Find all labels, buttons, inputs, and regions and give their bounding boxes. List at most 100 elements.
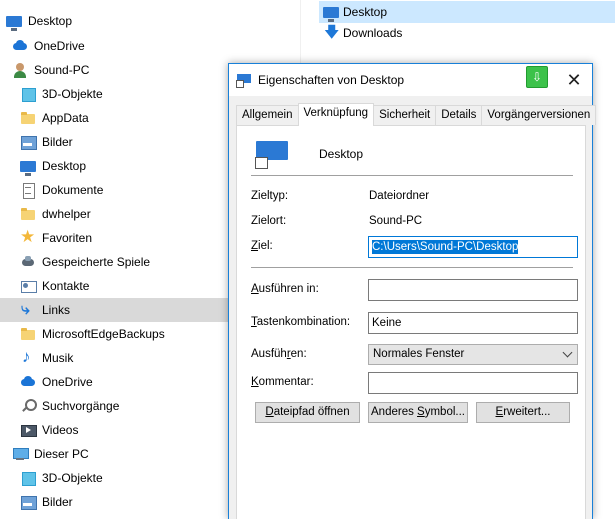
links-icon [20,300,36,320]
zielort-label: Zielort: [251,215,287,227]
content-item-downloads[interactable]: Downloads [319,22,402,44]
nav-item-bilder[interactable]: Bilder [0,130,230,154]
nav-item-label: OneDrive [42,375,93,389]
tastenkombination-label: Tastenkombination: [251,316,350,328]
nav-item-label: Desktop [42,159,87,173]
nav-item-label: MicrosoftEdgeBackups [42,327,165,341]
3d-objects-icon [20,86,36,102]
ausfuehren-select[interactable]: Normales Fenster [368,344,578,365]
tab-verknuepfung[interactable]: Verknüpfung [297,103,375,126]
nav-item-label: Bilder [42,135,73,149]
tastenkombination-text: astenkombination: [256,316,351,328]
erweitert-button[interactable]: Erweitert... [476,402,570,423]
nav-item-label: dwhelper [42,207,91,221]
nav-item-label: OneDrive [34,39,85,53]
nav-item-links[interactable]: Links [0,298,230,322]
nav-item-bilder-pc[interactable]: Bilder [0,490,230,514]
nav-item-suchvorgaenge[interactable]: Suchvorgänge [0,394,230,418]
3d-objects-icon [20,470,36,486]
shortcut-name: Desktop [319,147,364,161]
nav-item-3d-objekte[interactable]: 3D-Objekte [0,82,230,106]
nav-item-label: Desktop [28,14,73,28]
nav-item-label: Dokumente [42,183,104,197]
content-item-desktop[interactable]: Desktop [319,1,615,23]
contacts-icon [20,278,37,294]
nav-item-label: Dieser PC [34,447,89,461]
nav-item-dieser-pc[interactable]: Dieser PC [0,442,230,466]
ausfuehren-in-input[interactable] [368,279,578,301]
shortcut-large-icon [255,141,288,169]
dateipfad-oeffnen-button[interactable]: Dateipfad öffnen [255,402,360,423]
tab-vorgaengerversionen[interactable]: Vorgängerversionen [481,105,597,125]
nav-item-dokumente[interactable]: Dokumente [0,178,230,202]
tab-allgemein[interactable]: Allgemein [236,105,299,125]
this-pc-icon [12,446,29,462]
nav-item-3d-objekte-pc[interactable]: 3D-Objekte [0,466,230,490]
desktop-icon [20,160,36,176]
nav-item-desktop[interactable]: Desktop [0,154,230,178]
nav-item-gespeicherte-spiele[interactable]: Gespeicherte Spiele [0,250,230,274]
zieltyp-label: Zieltyp: [251,190,289,202]
nav-item-kontakte[interactable]: Kontakte [0,274,230,298]
tab-panel-verknuepfung: Desktop Zieltyp: Dateiordner Zielort: So… [236,125,586,519]
folder-icon [20,206,36,222]
pictures-icon [20,134,37,150]
desktop-shortcut-icon [323,6,339,22]
nav-item-dwhelper[interactable]: dwhelper [0,202,230,226]
ausfuehren-text-b: en: [290,348,307,360]
ausfuehren-in-label: Ausführen in: [251,283,319,295]
ziel-input-selection: C:\Users\Sound-PC\Desktop [372,240,519,254]
nav-item-sound-pc[interactable]: Sound-PC [0,58,230,82]
dateipfad-accesskey: D [265,406,274,418]
tab-sicherheit[interactable]: Sicherheit [373,105,437,125]
desktop-icon [6,15,22,31]
ausfuehren-label: Ausführen: [251,348,307,360]
symbol-text-b: ymbol... [424,406,465,418]
nav-item-label: Bilder [42,495,73,509]
tab-details[interactable]: Details [435,105,483,125]
star-icon [20,227,36,247]
nav-item-label: Kontakte [42,279,90,293]
nav-item-desktop-root[interactable]: Desktop [0,9,230,33]
ziel-label: Ziel: [251,240,273,252]
nav-item-onedrive[interactable]: OneDrive [0,34,230,58]
nav-item-favoriten[interactable]: Favoriten [0,226,230,250]
documents-icon [20,182,36,199]
chevron-down-icon [562,347,573,358]
shortcut-folder-icon [236,73,252,88]
ausfuehren-select-value: Normales Fenster [373,348,465,360]
green-download-icon[interactable]: ⇩ [526,66,548,88]
search-icon [20,398,37,414]
kommentar-input[interactable] [368,372,578,394]
separator [251,175,573,176]
nav-item-label: Suchvorgänge [42,399,120,413]
tab-strip: Allgemein Verknüpfung Sicherheit Details… [236,103,597,126]
downloads-shortcut-icon [323,22,339,42]
ziel-label-accesskey: Z [251,240,259,252]
ziel-input[interactable]: C:\Users\Sound-PC\Desktop [368,236,578,258]
ausfuehren-in-text: usführen in: [258,283,319,295]
dialog-titlebar[interactable]: Eigenschaften von Desktop ⇩ ✕ [229,64,592,96]
anderes-symbol-button[interactable]: Anderes Symbol... [368,402,468,423]
nav-item-musik[interactable]: Musik [0,346,230,370]
pictures-icon [20,494,37,510]
content-item-label: Desktop [343,5,388,19]
kommentar-text: ommentar: [258,376,314,388]
nav-item-microsoftedgebackups[interactable]: MicrosoftEdgeBackups [0,322,230,346]
nav-item-label: Sound-PC [34,63,90,77]
zieltyp-value: Dateiordner [369,190,430,202]
nav-item-onedrive-sub[interactable]: OneDrive [0,370,230,394]
nav-item-videos[interactable]: Videos [0,418,230,442]
erweitert-text: rweitert... [503,406,551,418]
user-icon [12,62,28,78]
ausfuehren-text-a: Ausfüh [251,348,287,360]
nav-item-label: Gespeicherte Spiele [42,255,151,269]
nav-item-label: Musik [42,351,74,365]
nav-item-appdata[interactable]: AppData [0,106,230,130]
zielort-value: Sound-PC [369,215,423,227]
tastenkombination-input[interactable]: Keine [368,312,578,334]
close-button[interactable]: ✕ [560,68,588,92]
music-icon [20,347,36,367]
kommentar-label: Kommentar: [251,376,314,388]
nav-item-label: 3D-Objekte [42,471,103,485]
